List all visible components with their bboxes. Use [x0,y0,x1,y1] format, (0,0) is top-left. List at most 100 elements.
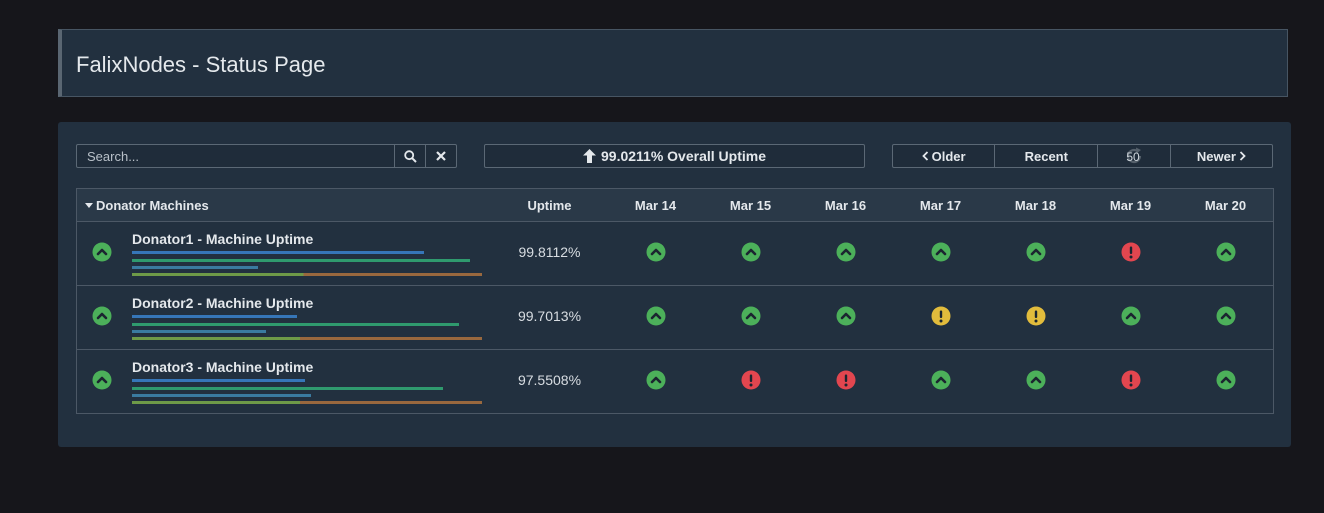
day-status [1178,242,1273,262]
chevron-up-circle-icon [836,242,855,262]
clear-search-button[interactable] [425,145,456,167]
uptime-bar [132,379,305,382]
arrow-up-icon [583,149,596,163]
pager: Older Recent 50 Newer [892,144,1273,168]
uptime-bar [132,401,482,404]
date-header: Mar 17 [919,198,962,213]
exclamation-circle-icon [1121,242,1140,262]
overall-uptime: 99.0211% Overall Uptime [484,144,865,168]
overall-uptime-text: 99.0211% Overall Uptime [601,148,766,164]
group-label: Donator Machines [96,198,209,213]
uptime-bar [132,337,482,340]
day-status [1178,370,1273,390]
exclamation-circle-icon [836,370,855,390]
chevron-up-circle-icon [1026,370,1045,390]
day-status [988,242,1083,262]
uptime-header: Uptime [527,198,572,213]
date-header: Mar 14 [634,198,677,213]
chevron-up-circle-icon [92,370,112,390]
chevron-up-circle-icon [1216,242,1235,262]
uptime-bar [132,266,258,269]
chevron-up-circle-icon [92,306,112,326]
day-status [703,306,798,326]
refresh-button[interactable]: 50 [1098,145,1171,167]
machine-name: Donator2 - Machine Uptime [132,295,314,311]
day-status [703,370,798,390]
search-button[interactable] [394,145,425,167]
refresh-countdown: 50 [1126,150,1140,164]
search-box [76,144,457,168]
date-header: Mar 15 [729,198,772,213]
machine-status [92,242,112,262]
search-icon [403,149,417,163]
group-toggle[interactable]: Donator Machines [85,198,209,213]
uptime-value: 99.7013% [517,308,582,324]
search-input[interactable] [77,145,394,167]
machine-name: Donator1 - Machine Uptime [132,231,314,247]
uptime-value: 97.5508% [517,372,582,388]
chevron-left-icon [921,151,928,161]
status-table: Donator Machines Uptime Mar 14 Mar 15 Ma… [76,188,1274,414]
machine-status [92,370,112,390]
uptime-bar [132,251,424,254]
uptime-bar [132,330,266,333]
day-status [988,370,1083,390]
day-status [1083,242,1178,262]
day-status [608,306,703,326]
table-header: Donator Machines Uptime Mar 14 Mar 15 Ma… [77,189,1273,222]
machine-name: Donator3 - Machine Uptime [132,359,314,375]
uptime-bar [132,273,482,276]
uptime-bar [132,315,297,318]
exclamation-circle-icon [931,306,950,326]
chevron-right-icon [1239,151,1246,161]
date-header: Mar 18 [1014,198,1057,213]
chevron-up-circle-icon [1026,242,1045,262]
page-header: FalixNodes - Status Page [58,29,1288,97]
exclamation-circle-icon [741,370,760,390]
status-panel: 99.0211% Overall Uptime Older Recent 50 … [58,122,1291,447]
table-row[interactable]: Donator3 - Machine Uptime 97.5508% [77,350,1273,413]
uptime-bar [132,394,311,397]
chevron-up-circle-icon [92,242,112,262]
chevron-up-circle-icon [1216,370,1235,390]
chevron-up-circle-icon [646,242,665,262]
chevron-up-circle-icon [741,242,760,262]
uptime-value: 99.8112% [518,244,581,260]
close-icon [436,151,446,161]
chevron-up-circle-icon [836,306,855,326]
recent-label: Recent [1024,148,1068,164]
caret-down-icon [85,202,93,208]
day-status [1083,370,1178,390]
uptime-bar [132,323,459,326]
chevron-up-circle-icon [646,306,665,326]
chevron-up-circle-icon [741,306,760,326]
exclamation-circle-icon [1026,306,1045,326]
recent-button[interactable]: Recent [995,145,1099,167]
exclamation-circle-icon [1121,370,1140,390]
chevron-up-circle-icon [1121,306,1140,326]
table-row[interactable]: Donator2 - Machine Uptime 99.7013% [77,286,1273,350]
table-row[interactable]: Donator1 - Machine Uptime 99.8112% [77,222,1273,286]
chevron-up-circle-icon [931,242,950,262]
day-status [798,370,893,390]
day-status [1083,306,1178,326]
newer-button[interactable]: Newer [1171,145,1272,167]
day-status [893,306,988,326]
older-label: Older [931,148,966,164]
day-status [988,306,1083,326]
day-status [893,370,988,390]
day-status [798,242,893,262]
chevron-up-circle-icon [1216,306,1235,326]
older-button[interactable]: Older [893,145,996,167]
chevron-up-circle-icon [646,370,665,390]
day-status [608,370,703,390]
day-status [1178,306,1273,326]
date-header: Mar 20 [1204,198,1247,213]
date-header: Mar 16 [824,198,867,213]
chevron-up-circle-icon [931,370,950,390]
date-header: Mar 19 [1109,198,1152,213]
day-status [798,306,893,326]
day-status [608,242,703,262]
day-status [893,242,988,262]
day-status [703,242,798,262]
